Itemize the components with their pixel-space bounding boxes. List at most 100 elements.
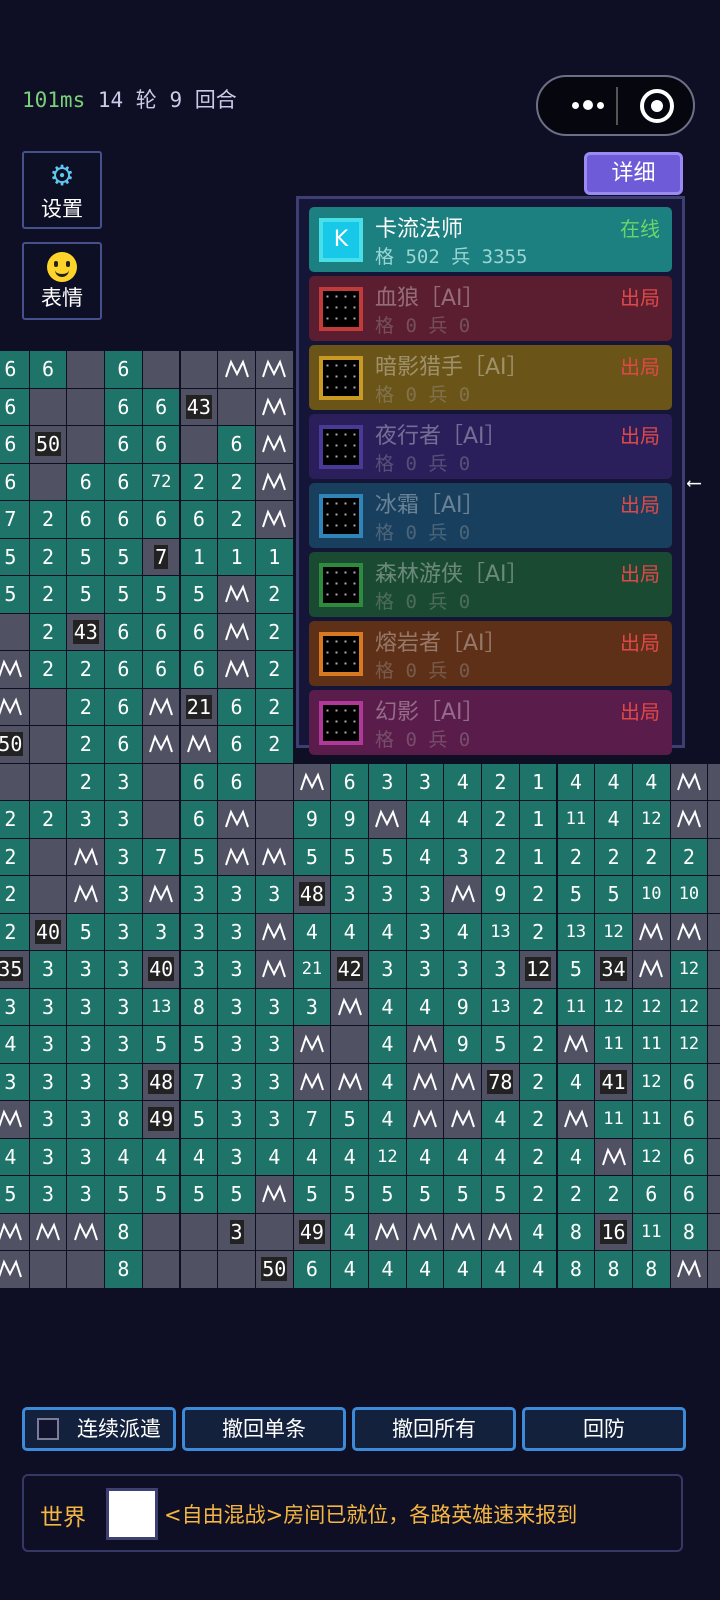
owned-cell[interactable]: 4 (331, 1213, 368, 1250)
owned-cell[interactable]: 3 (105, 1063, 142, 1100)
tower-cell[interactable]: 43 (67, 613, 105, 650)
owned-cell[interactable]: 2 (595, 1176, 632, 1213)
mountain-cell[interactable] (255, 463, 293, 500)
owned-cell[interactable]: 4 (595, 763, 632, 800)
owned-cell[interactable]: 3 (218, 876, 255, 913)
owned-cell[interactable]: 6 (218, 426, 255, 463)
tower-cell[interactable]: 7 (142, 538, 180, 575)
owned-cell[interactable]: 8 (595, 1251, 632, 1288)
owned-cell[interactable]: 2 (482, 801, 519, 838)
owned-cell[interactable]: 5 (557, 951, 595, 988)
mountain-cell[interactable] (67, 1213, 105, 1250)
empty-cell[interactable] (708, 951, 720, 988)
owned-cell[interactable]: 4 (293, 1138, 331, 1175)
owned-cell[interactable]: 3 (29, 951, 67, 988)
empty-cell[interactable] (180, 1213, 218, 1250)
owned-cell[interactable]: 8 (105, 1251, 142, 1288)
owned-cell[interactable]: 9 (444, 1026, 482, 1063)
owned-cell[interactable]: 11 (595, 1101, 632, 1138)
owned-cell[interactable]: 3 (105, 988, 142, 1025)
owned-cell[interactable]: 1 (519, 763, 557, 800)
empty-cell[interactable] (0, 763, 29, 800)
tower-cell[interactable]: 78 (482, 1063, 519, 1100)
owned-cell[interactable]: 5 (595, 876, 632, 913)
owned-cell[interactable]: 1 (218, 538, 255, 575)
empty-cell[interactable] (708, 1251, 720, 1288)
mountain-cell[interactable] (255, 951, 293, 988)
mountain-cell[interactable] (369, 801, 406, 838)
owned-cell[interactable]: 4 (369, 988, 406, 1025)
mountain-cell[interactable] (293, 1026, 331, 1063)
player-card[interactable]: 夜行者［AI］ 出局格 0 兵 0 (309, 414, 672, 479)
tower-cell[interactable]: 16 (595, 1213, 632, 1250)
owned-cell[interactable]: 12 (670, 988, 708, 1025)
empty-cell[interactable] (255, 1213, 293, 1250)
owned-cell[interactable]: 5 (331, 1101, 368, 1138)
owned-cell[interactable]: 3 (105, 801, 142, 838)
owned-cell[interactable]: 6 (142, 613, 180, 650)
owned-cell[interactable]: 9 (482, 876, 519, 913)
owned-cell[interactable]: 6 (67, 463, 105, 500)
owned-cell[interactable]: 5 (105, 576, 142, 613)
owned-cell[interactable]: 5 (180, 1026, 218, 1063)
tower-cell[interactable]: 48 (142, 1063, 180, 1100)
owned-cell[interactable]: 3 (255, 1063, 293, 1100)
mountain-cell[interactable] (670, 913, 708, 950)
mountain-cell[interactable] (369, 1213, 406, 1250)
owned-cell[interactable]: 6 (29, 351, 67, 388)
owned-cell[interactable]: 5 (331, 838, 368, 875)
owned-cell[interactable]: 6 (105, 613, 142, 650)
tower-cell[interactable]: 49 (142, 1101, 180, 1138)
empty-cell[interactable] (218, 1251, 255, 1288)
owned-cell[interactable]: 11 (632, 1101, 670, 1138)
owned-cell[interactable]: 2 (67, 763, 105, 800)
owned-cell[interactable]: 4 (632, 763, 670, 800)
owned-cell[interactable]: 2 (29, 651, 67, 688)
owned-cell[interactable]: 5 (142, 1026, 180, 1063)
owned-cell[interactable]: 3 (180, 876, 218, 913)
owned-cell[interactable]: 5 (557, 876, 595, 913)
owned-cell[interactable]: 3 (293, 988, 331, 1025)
owned-cell[interactable]: 11 (632, 1213, 670, 1250)
mountain-cell[interactable] (670, 801, 708, 838)
player-card[interactable]: 熔岩者［AI］ 出局格 0 兵 0 (309, 621, 672, 686)
owned-cell[interactable]: 72 (142, 463, 180, 500)
owned-cell[interactable]: 2 (29, 576, 67, 613)
empty-cell[interactable] (142, 1213, 180, 1250)
mountain-cell[interactable] (444, 876, 482, 913)
owned-cell[interactable]: 6 (670, 1101, 708, 1138)
owned-cell[interactable]: 1 (255, 538, 293, 575)
owned-cell[interactable]: 8 (180, 988, 218, 1025)
mountain-cell[interactable] (255, 388, 293, 425)
mountain-cell[interactable] (142, 876, 180, 913)
owned-cell[interactable]: 4 (180, 1138, 218, 1175)
owned-cell[interactable]: 6 (0, 351, 29, 388)
owned-cell[interactable]: 4 (482, 1138, 519, 1175)
chat-bar[interactable]: 世界 <自由混战>房间已就位，各路英雄速来报到 (22, 1474, 683, 1552)
owned-cell[interactable]: 3 (406, 951, 444, 988)
owned-cell[interactable]: 5 (180, 1176, 218, 1213)
owned-cell[interactable]: 1 (519, 838, 557, 875)
owned-cell[interactable]: 1 (519, 801, 557, 838)
mountain-cell[interactable] (444, 1101, 482, 1138)
owned-cell[interactable]: 4 (557, 1138, 595, 1175)
owned-cell[interactable]: 11 (632, 1026, 670, 1063)
owned-cell[interactable]: 5 (293, 838, 331, 875)
owned-cell[interactable]: 2 (218, 501, 255, 538)
owned-cell[interactable]: 2 (255, 726, 293, 763)
owned-cell[interactable]: 6 (142, 426, 180, 463)
owned-cell[interactable]: 6 (0, 388, 29, 425)
tower-cell[interactable]: 50 (255, 1251, 293, 1288)
empty-cell[interactable] (218, 388, 255, 425)
owned-cell[interactable]: 12 (670, 1026, 708, 1063)
owned-cell[interactable]: 2 (255, 576, 293, 613)
owned-cell[interactable]: 5 (67, 576, 105, 613)
mountain-cell[interactable] (632, 951, 670, 988)
owned-cell[interactable]: 6 (105, 726, 142, 763)
owned-cell[interactable]: 13 (142, 988, 180, 1025)
owned-cell[interactable]: 5 (180, 576, 218, 613)
empty-cell[interactable] (708, 1026, 720, 1063)
owned-cell[interactable]: 2 (29, 801, 67, 838)
owned-cell[interactable]: 2 (557, 838, 595, 875)
tower-cell[interactable]: 50 (29, 426, 67, 463)
